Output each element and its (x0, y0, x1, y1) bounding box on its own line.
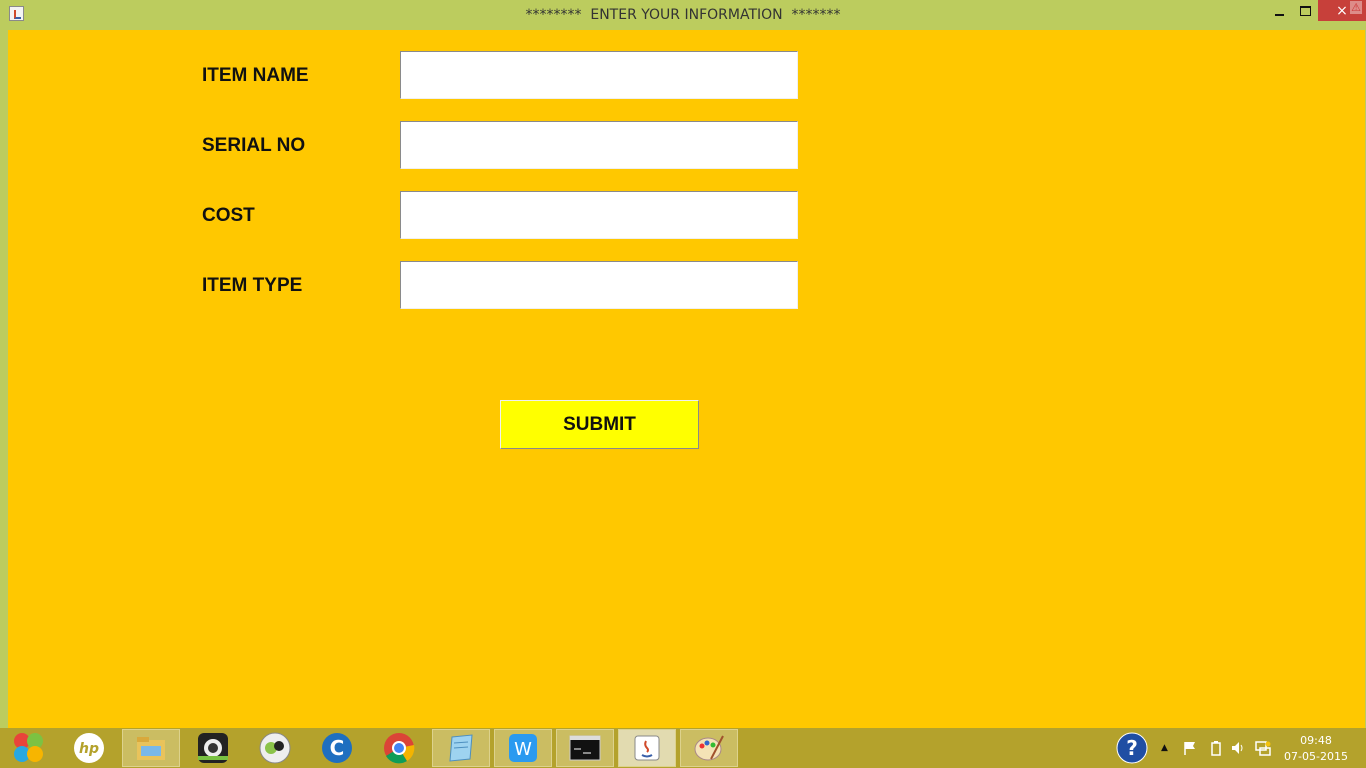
warning-icon: ⚠ (1350, 1, 1362, 14)
clock[interactable]: 09:48 07-05-2015 (1284, 733, 1348, 765)
network-icon (1255, 741, 1271, 756)
item-type-label: ITEM TYPE (202, 275, 303, 296)
cost-input[interactable] (400, 191, 798, 239)
camera-app-icon (198, 733, 228, 763)
minimize-icon (1274, 13, 1284, 16)
svg-text:?: ? (1126, 736, 1138, 760)
minimize-button[interactable] (1266, 0, 1292, 21)
serial-no-label: SERIAL NO (202, 135, 306, 156)
caret-up-icon: ▲ (1161, 743, 1168, 753)
item-type-input[interactable] (400, 261, 798, 309)
help-icon: ? (1116, 732, 1148, 764)
notepad-icon (449, 734, 473, 762)
taskbar-cmd[interactable] (556, 729, 614, 767)
start-button[interactable] (0, 729, 58, 767)
file-explorer-icon (137, 737, 165, 760)
form-panel: ITEM NAME SERIAL NO COST ITEM TYPE SUBMI… (8, 30, 1365, 728)
svg-text:hp: hp (79, 741, 99, 757)
taskbar: hp C W ? ▲ 09:48 07-05-2015 (0, 728, 1366, 768)
wps-icon: W (509, 734, 537, 762)
cmd-icon (569, 735, 601, 761)
java-icon (634, 735, 660, 761)
item-name-label: ITEM NAME (202, 65, 309, 86)
paint-icon (694, 735, 724, 761)
svg-text:W: W (514, 739, 532, 760)
window-title: ******** ENTER YOUR INFORMATION ******* (525, 7, 841, 23)
taskbar-chrome[interactable] (370, 729, 428, 767)
title-bar: ******** ENTER YOUR INFORMATION ******* … (0, 0, 1366, 30)
svg-text:C: C (330, 736, 345, 760)
show-hidden-icons-button[interactable]: ▲ (1161, 728, 1168, 768)
start-icon (14, 733, 43, 762)
chrome-icon (384, 733, 415, 764)
taskbar-camera-app[interactable] (184, 729, 242, 767)
maximize-icon (1299, 5, 1311, 16)
taskbar-java[interactable] (618, 729, 676, 767)
taskbar-ccleaner[interactable]: C (308, 729, 366, 767)
taskbar-media-app[interactable] (246, 729, 304, 767)
taskbar-file-explorer[interactable] (122, 729, 180, 767)
maximize-button[interactable] (1292, 0, 1318, 21)
help-button[interactable]: ? (1116, 728, 1148, 768)
clock-time: 09:48 (1300, 734, 1332, 747)
close-icon: × (1336, 2, 1348, 19)
media-app-icon (259, 732, 291, 764)
taskbar-hp[interactable]: hp (60, 729, 118, 767)
taskbar-wps[interactable]: W (494, 729, 552, 767)
hp-icon: hp (74, 733, 104, 763)
submit-button[interactable]: SUBMIT (500, 400, 699, 449)
battery-icon (1211, 741, 1221, 756)
volume-icon (1232, 742, 1243, 754)
network-button[interactable] (1254, 728, 1272, 768)
serial-no-input[interactable] (400, 121, 798, 169)
cost-label: COST (202, 205, 255, 226)
action-center-button[interactable] (1182, 728, 1198, 768)
flag-icon (1184, 742, 1195, 755)
ccleaner-icon: C (322, 733, 352, 763)
clock-date: 07-05-2015 (1284, 750, 1348, 763)
battery-button[interactable] (1210, 728, 1222, 768)
item-name-input[interactable] (400, 51, 798, 99)
taskbar-paint[interactable] (680, 729, 738, 767)
volume-button[interactable] (1230, 728, 1246, 768)
taskbar-notepad[interactable] (432, 729, 490, 767)
